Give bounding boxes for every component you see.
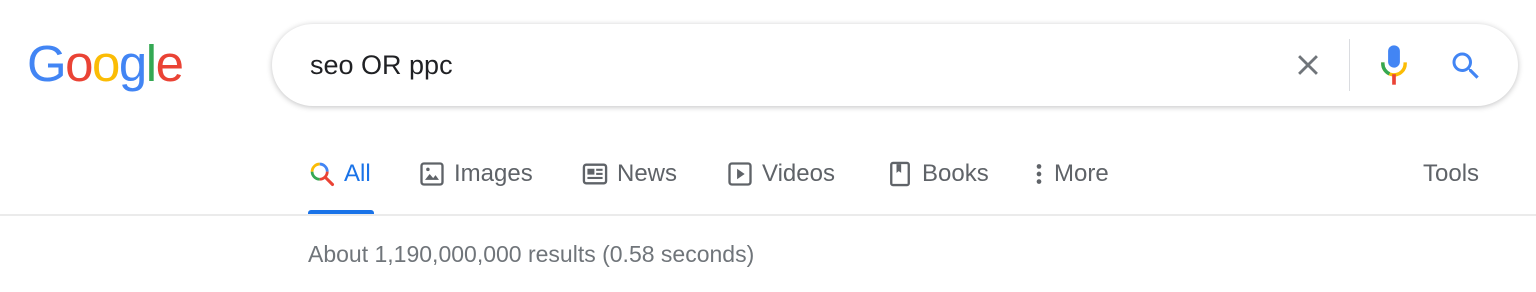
newspaper-icon	[582, 163, 608, 185]
search-input[interactable]	[310, 46, 1210, 84]
tools-button[interactable]: Tools	[1423, 155, 1479, 193]
logo-letter: l	[145, 35, 157, 92]
logo-letter: e	[155, 35, 184, 92]
google-logo[interactable]: Google	[27, 34, 184, 94]
voice-search-button[interactable]	[1378, 44, 1410, 86]
tab-label: News	[617, 160, 678, 187]
logo-letter: o	[65, 35, 93, 92]
close-icon	[1298, 55, 1318, 75]
search-box	[272, 24, 1518, 106]
tabs-divider	[0, 214, 1536, 216]
tab-label: Books	[922, 160, 989, 187]
search-icon	[1452, 52, 1479, 79]
result-stats: About 1,190,000,000 results (0.58 second…	[308, 241, 755, 267]
tab-all[interactable]: All	[308, 155, 374, 215]
logo-letter: g	[118, 35, 147, 92]
search-icon	[310, 162, 335, 187]
microphone-icon	[1381, 45, 1407, 85]
image-icon	[420, 162, 444, 186]
logo-letter: o	[92, 35, 120, 92]
clear-button[interactable]	[1291, 48, 1325, 82]
book-icon	[890, 161, 910, 187]
search-divider	[1349, 39, 1350, 91]
more-vert-icon	[1036, 164, 1042, 184]
tab-books[interactable]: Books	[886, 155, 989, 215]
tab-label: Images	[454, 160, 533, 187]
tab-videos[interactable]: Videos	[726, 155, 835, 215]
search-button[interactable]	[1448, 48, 1484, 84]
tab-news[interactable]: News	[581, 155, 677, 215]
play-icon	[728, 162, 752, 186]
tab-images[interactable]: Images	[418, 155, 533, 215]
tab-label: Videos	[762, 160, 835, 187]
tab-label: All	[344, 160, 371, 187]
logo-letter: G	[27, 35, 67, 92]
tab-more[interactable]: More	[1032, 155, 1109, 215]
tab-label: More	[1054, 160, 1109, 187]
